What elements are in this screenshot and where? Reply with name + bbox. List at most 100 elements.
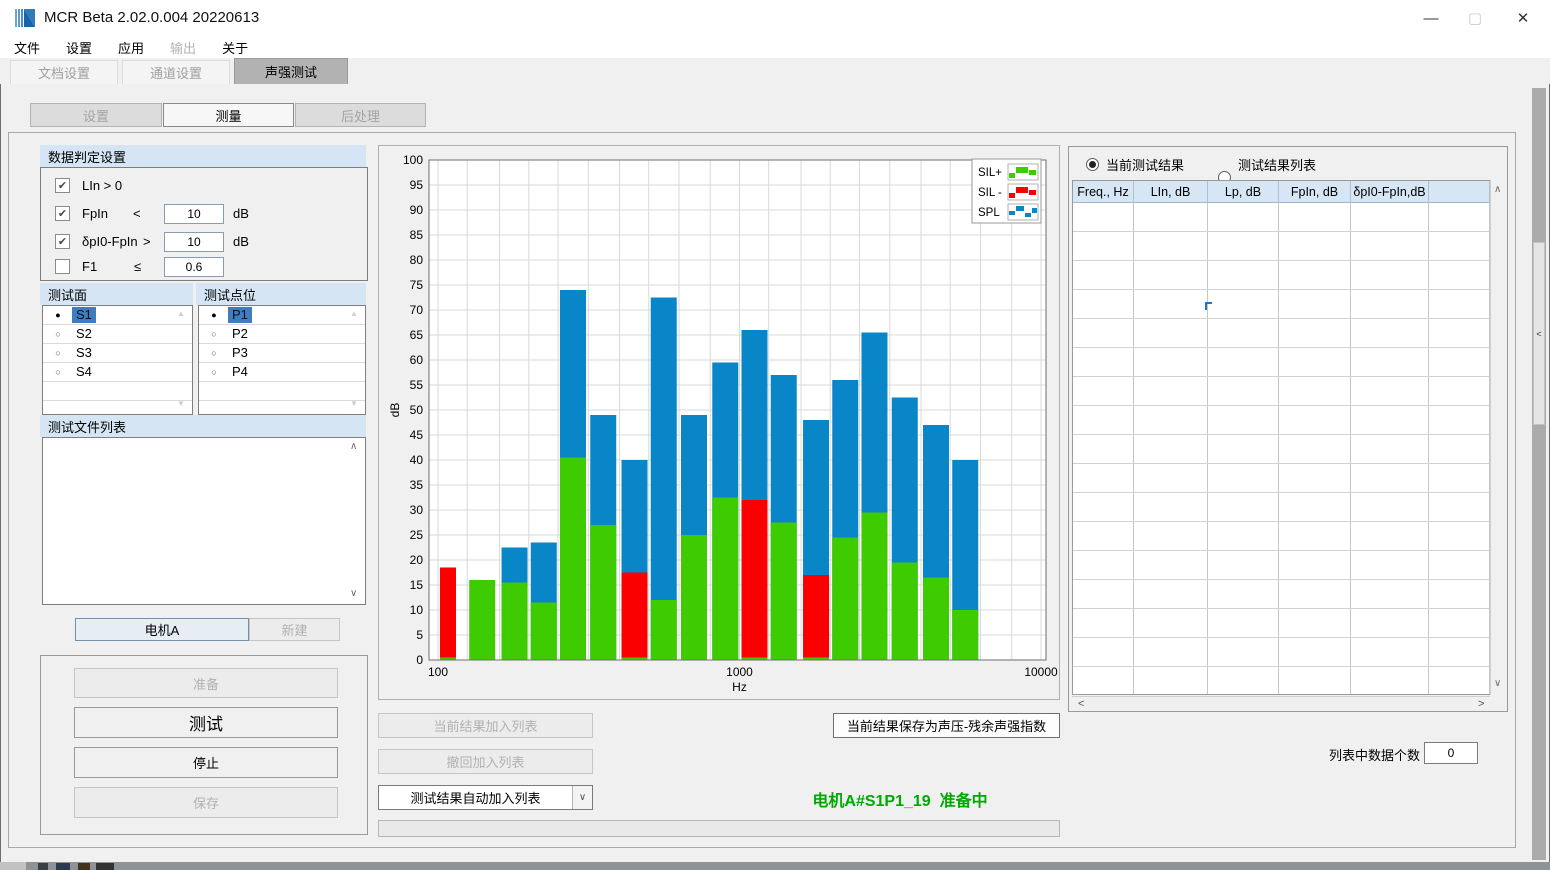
file-list-header: 测试文件列表 <box>40 415 366 437</box>
results-scroll-down-icon[interactable]: ∨ <box>1494 678 1501 689</box>
table-cell <box>1279 609 1351 637</box>
radio-current-result[interactable] <box>1086 158 1099 171</box>
table-cell <box>1208 319 1279 347</box>
table-cell <box>1208 464 1279 492</box>
svg-text:dB: dB <box>388 403 402 418</box>
point-scroll-down-icon[interactable]: ▼ <box>350 399 358 408</box>
list-item[interactable]: ○P3 <box>199 344 365 363</box>
table-column-header[interactable]: δpI0-FpIn,dB <box>1351 181 1429 203</box>
cursor-artifact <box>1205 302 1207 310</box>
auto-add-dropdown[interactable]: 测试结果自动加入列表 ∨ <box>378 785 593 810</box>
radio-result-list-label: 测试结果列表 <box>1238 155 1316 173</box>
table-row <box>1073 377 1490 406</box>
svg-text:15: 15 <box>410 578 424 592</box>
table-cell <box>1208 290 1279 318</box>
table-cell <box>1073 203 1134 231</box>
table-cell <box>1208 580 1279 608</box>
table-column-header[interactable]: LIn, dB <box>1134 181 1208 203</box>
table-row <box>1073 522 1490 551</box>
svg-text:SIL -: SIL - <box>978 187 1002 199</box>
table-cell <box>1134 522 1208 550</box>
results-table: Freq., HzLIn, dBLp, dBFpIn, dBδpI0-FpIn,… <box>1072 180 1491 695</box>
checkbox-f1[interactable] <box>55 259 70 274</box>
add-current-button: 当前结果加入列表 <box>378 713 593 738</box>
results-scroll-up-icon[interactable]: ∧ <box>1494 184 1501 195</box>
criteria-unit-fpin: dB <box>233 204 249 222</box>
table-cell <box>1073 493 1134 521</box>
f1-threshold-field[interactable]: 0.6 <box>164 257 224 277</box>
table-row <box>1073 232 1490 261</box>
table-cell <box>1351 290 1429 318</box>
point-scroll-up-icon[interactable]: ▲ <box>350 309 358 318</box>
stop-button[interactable]: 停止 <box>74 747 338 778</box>
dpi0-threshold-field[interactable]: 10 <box>164 232 224 252</box>
svg-text:40: 40 <box>410 453 424 467</box>
file-list[interactable] <box>42 437 366 605</box>
menu-item[interactable]: 设置 <box>66 38 92 57</box>
svg-text:95: 95 <box>410 178 424 192</box>
results-scroll-left-icon[interactable]: < <box>1078 696 1084 711</box>
window-title: MCR Beta 2.02.0.004 20220613 <box>44 0 259 36</box>
table-cell <box>1134 348 1208 376</box>
table-header-row: Freq., HzLIn, dBLp, dBFpIn, dBδpI0-FpIn,… <box>1073 181 1490 203</box>
table-cell <box>1073 522 1134 550</box>
list-item[interactable]: ○S2 <box>43 325 192 344</box>
checkbox-dpi0[interactable]: ✔ <box>55 234 70 249</box>
svg-text:0: 0 <box>416 653 423 667</box>
list-item[interactable]: ●S1 <box>43 306 192 325</box>
list-item[interactable]: ○S3 <box>43 344 192 363</box>
list-item[interactable]: ○P4 <box>199 363 365 382</box>
test-button[interactable]: 测试 <box>74 707 338 738</box>
motor-a-button[interactable]: 电机A <box>75 618 249 641</box>
table-cell <box>1073 290 1134 318</box>
surface-scroll-up-icon[interactable]: ▲ <box>177 309 185 318</box>
table-cell <box>1073 551 1134 579</box>
list-item[interactable]: ●P1 <box>199 306 365 325</box>
table-cell <box>1351 580 1429 608</box>
chevron-down-icon[interactable]: ∨ <box>572 786 592 809</box>
tab-2[interactable]: 声强测试 <box>234 58 348 84</box>
panel-expand-handle[interactable]: < <box>1533 242 1545 425</box>
svg-text:70: 70 <box>410 303 424 317</box>
list-item[interactable]: ○P2 <box>199 325 365 344</box>
table-cell <box>1429 348 1490 376</box>
file-scroll-up-icon[interactable]: ∧ <box>350 441 357 452</box>
table-column-header[interactable]: FpIn, dB <box>1279 181 1351 203</box>
menu-item[interactable]: 应用 <box>118 38 144 57</box>
subtab-measure[interactable]: 测量 <box>163 103 294 127</box>
table-cell <box>1134 319 1208 347</box>
minimize-button[interactable]: — <box>1408 0 1454 36</box>
checkbox-lin[interactable]: ✔ <box>55 178 70 193</box>
menu-item: 输出 <box>170 38 196 57</box>
counter-field[interactable]: 0 <box>1424 742 1478 764</box>
list-item-label: S1 <box>72 307 96 323</box>
table-cell <box>1351 667 1429 695</box>
table-row <box>1073 638 1490 667</box>
surface-scroll-down-icon[interactable]: ▼ <box>177 399 185 408</box>
progress-bar <box>378 820 1060 837</box>
save-as-index-button[interactable]: 当前结果保存为声压-残余声强指数 <box>833 713 1060 738</box>
svg-text:45: 45 <box>410 428 424 442</box>
results-vscrollbar[interactable] <box>1490 180 1507 695</box>
table-column-header[interactable]: Freq., Hz <box>1073 181 1134 203</box>
criteria-label-f1: F1 <box>82 257 97 275</box>
menu-item[interactable]: 文件 <box>14 38 40 57</box>
undo-add-button: 撤回加入列表 <box>378 749 593 774</box>
menu-item[interactable]: 关于 <box>222 38 248 57</box>
results-hscrollbar[interactable] <box>1072 696 1490 711</box>
table-row <box>1073 203 1490 232</box>
table-column-header[interactable]: Lp, dB <box>1208 181 1279 203</box>
results-scroll-right-icon[interactable]: > <box>1478 696 1484 711</box>
table-row <box>1073 435 1490 464</box>
fpin-threshold-field[interactable]: 10 <box>164 204 224 224</box>
close-button[interactable]: ✕ <box>1496 0 1550 36</box>
table-cell <box>1134 435 1208 463</box>
table-column-header[interactable] <box>1429 181 1490 203</box>
checkbox-fpin[interactable]: ✔ <box>55 206 70 221</box>
table-cell <box>1134 667 1208 695</box>
list-item[interactable]: ○S4 <box>43 363 192 382</box>
radio-selected-icon: ● <box>209 310 219 320</box>
svg-text:100: 100 <box>403 153 423 167</box>
file-scroll-down-icon[interactable]: ∨ <box>350 588 357 599</box>
table-row <box>1073 290 1490 319</box>
